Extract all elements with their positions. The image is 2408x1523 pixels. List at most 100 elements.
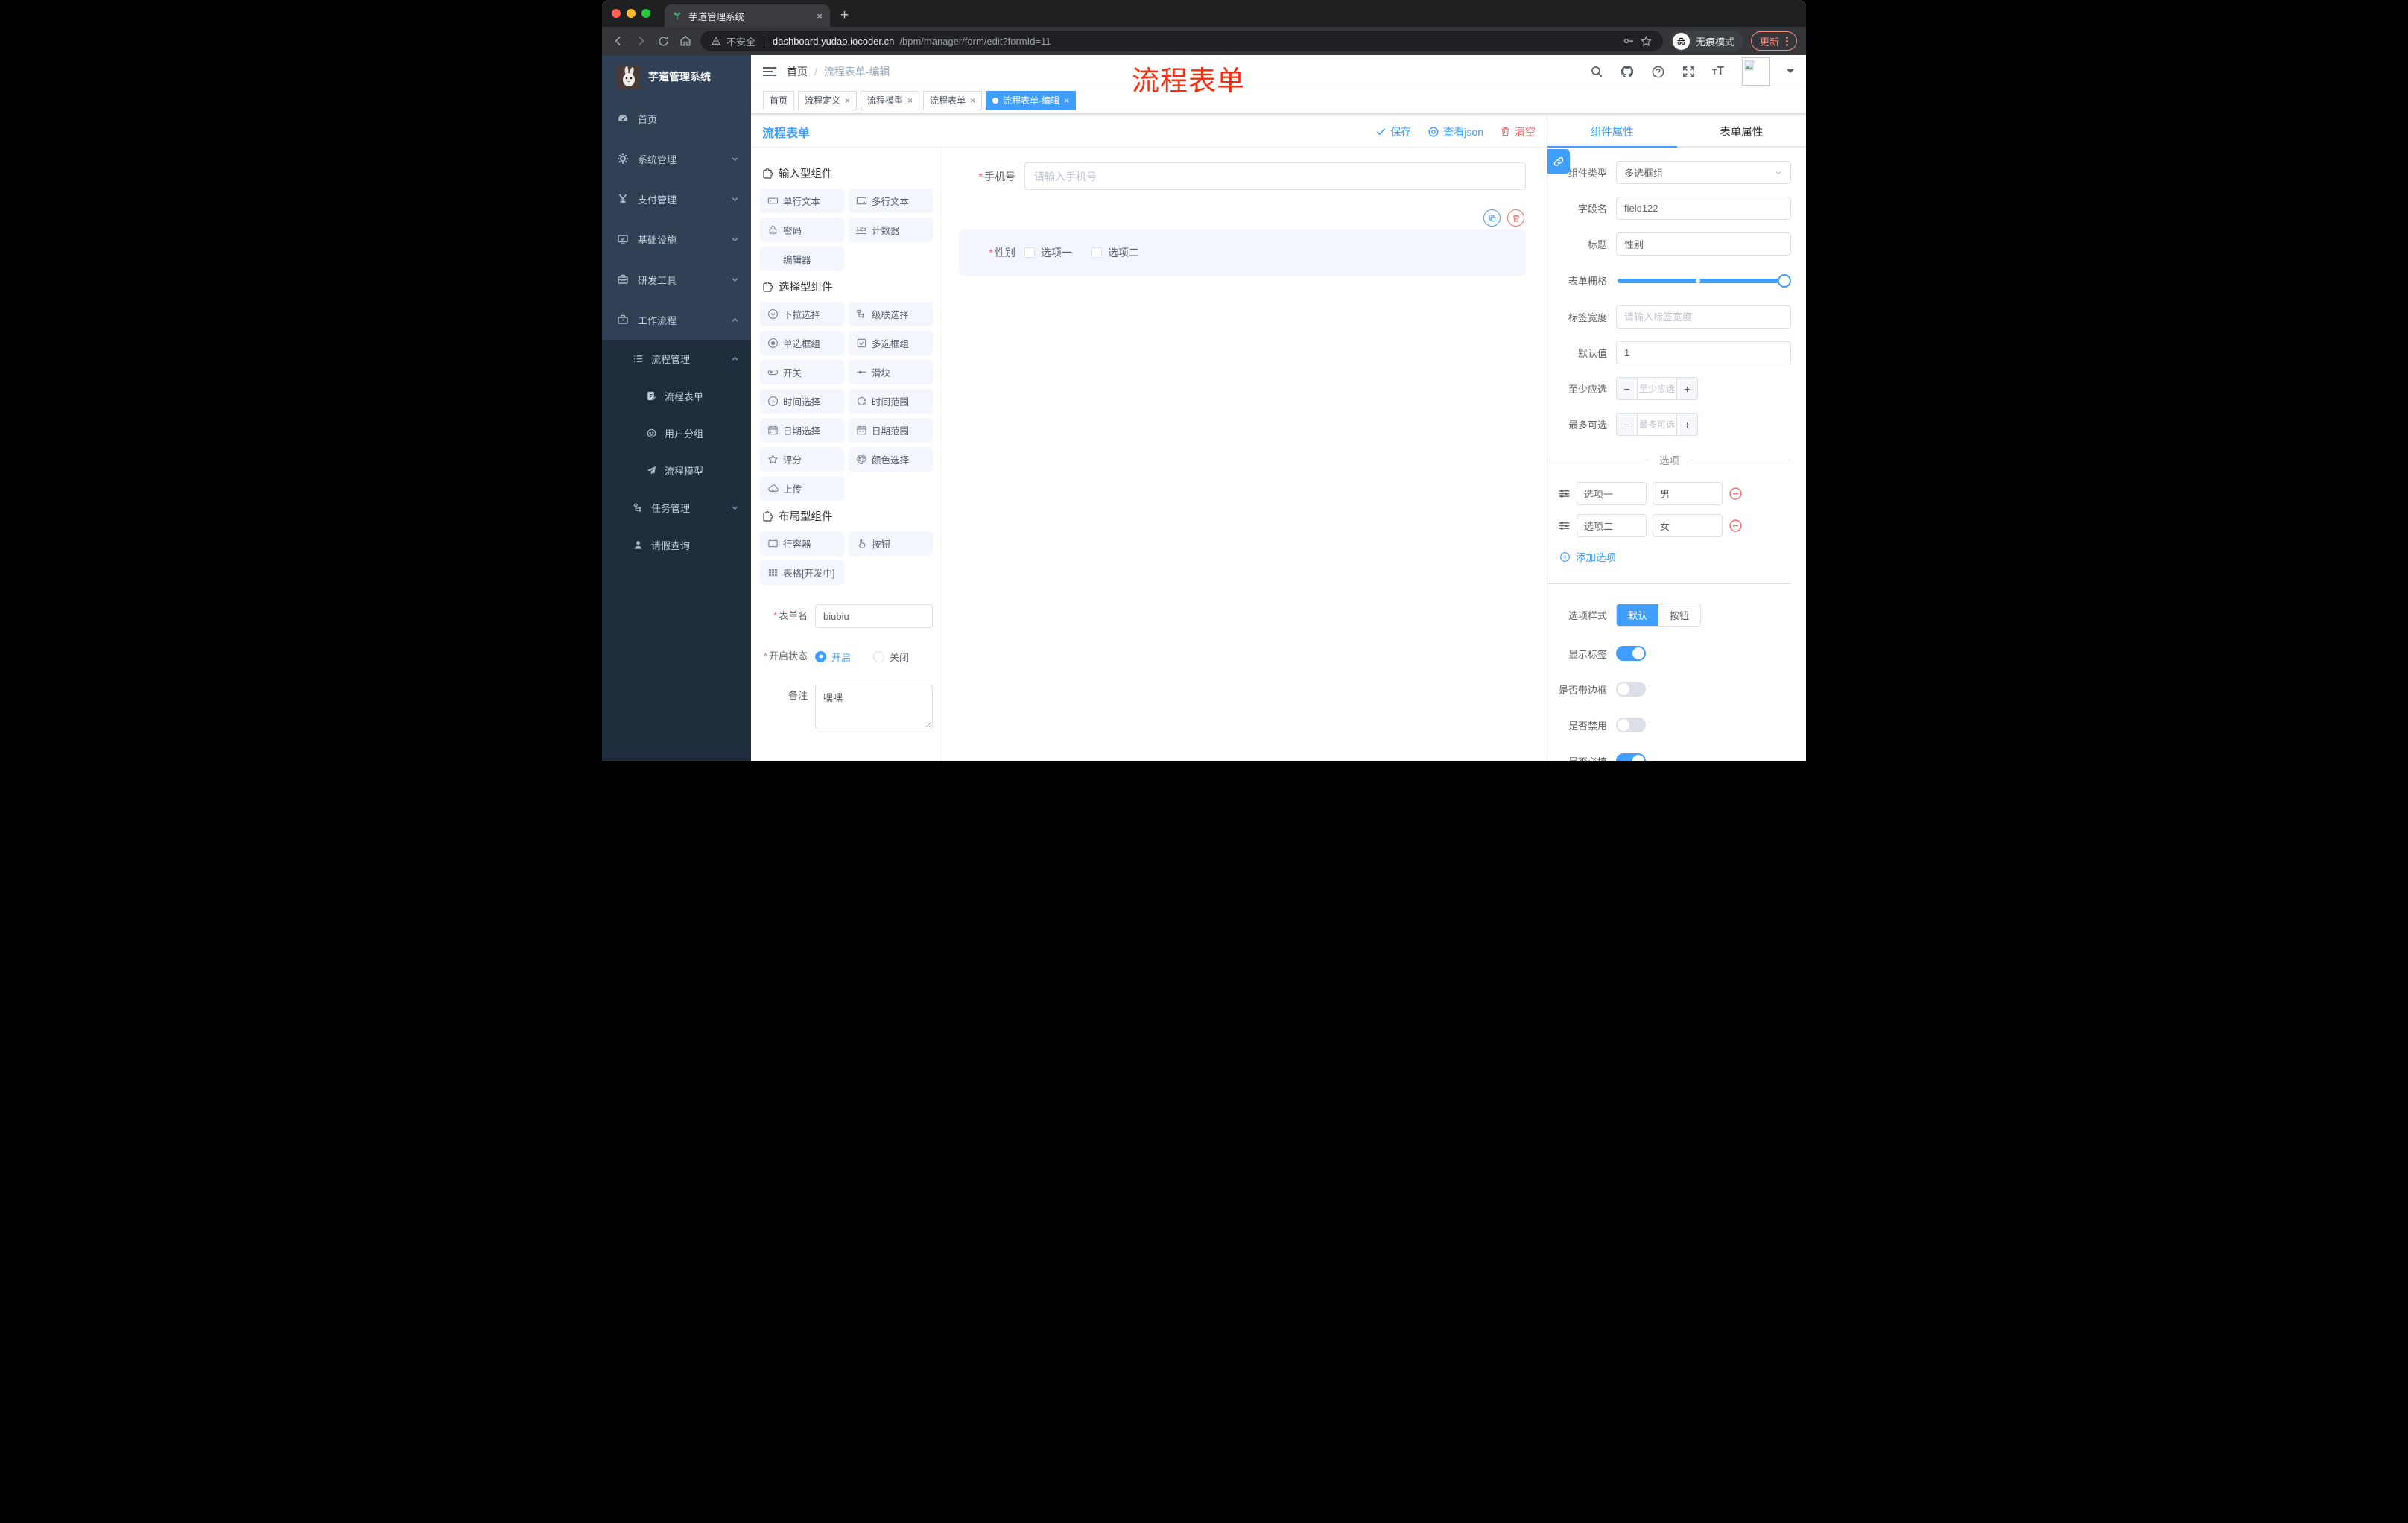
max-select-input[interactable] [1638, 414, 1676, 435]
palette-item-date-range[interactable]: 日期范围 [849, 418, 933, 443]
tag-process-model[interactable]: 流程模型 × [861, 90, 920, 110]
palette-item-text-input[interactable]: 单行文本 [760, 189, 844, 213]
palette-item-textarea[interactable]: 多行文本 [849, 189, 933, 213]
update-button[interactable]: 更新 [1750, 31, 1797, 51]
label-width-input[interactable] [1616, 305, 1791, 329]
option-label-input[interactable] [1577, 482, 1647, 505]
palette-item-button[interactable]: 按钮 [849, 531, 933, 556]
tag-process-definition[interactable]: 流程定义 × [798, 90, 858, 110]
component-type-select[interactable]: 多选框组 [1616, 161, 1791, 184]
window-controls[interactable] [612, 9, 650, 18]
gender-option-2[interactable]: 选项二 [1091, 245, 1139, 260]
minimize-window-button[interactable] [627, 9, 636, 18]
decrement-button[interactable]: − [1617, 414, 1638, 435]
sidebar-item-user-group[interactable]: 用户分组 [602, 414, 751, 452]
avatar[interactable] [1742, 57, 1770, 86]
back-icon[interactable] [611, 34, 626, 48]
remove-option-icon[interactable] [1729, 519, 1743, 533]
palette-item-time-range[interactable]: 时间范围 [849, 389, 933, 414]
palette-item-rate[interactable]: 评分 [760, 447, 844, 472]
view-json-button[interactable]: 查看json [1428, 124, 1483, 139]
link-drawer-tab[interactable] [1547, 149, 1570, 174]
field-name-input[interactable] [1616, 197, 1791, 220]
close-icon[interactable]: × [1064, 95, 1069, 106]
add-option-button[interactable]: 添加选项 [1559, 549, 1791, 564]
palette-item-counter[interactable]: 123 计数器 [849, 218, 933, 242]
palette-item-slider[interactable]: 滑块 [849, 360, 933, 384]
increment-button[interactable]: + [1676, 414, 1697, 435]
palette-item-password[interactable]: 密码 [760, 218, 844, 242]
copy-widget-icon[interactable] [1483, 209, 1501, 227]
palette-item-switch[interactable]: 开关 [760, 360, 844, 384]
palette-item-time-picker[interactable]: 时间选择 [760, 389, 844, 414]
tab-component-props[interactable]: 组件属性 [1547, 116, 1677, 148]
zoom-window-button[interactable] [641, 9, 650, 18]
style-button-button[interactable]: 按钮 [1658, 604, 1701, 626]
checkbox-icon[interactable] [1091, 247, 1102, 258]
drag-handle-icon[interactable] [1558, 519, 1571, 532]
option-label-input[interactable] [1577, 514, 1647, 537]
palette-item-cascader[interactable]: 级联选择 [849, 302, 933, 326]
address-bar[interactable]: 不安全 dashboard.yudao.iocoder.cn/bpm/manag… [700, 31, 1663, 51]
drag-handle-icon[interactable] [1558, 487, 1571, 500]
min-select-input[interactable] [1638, 378, 1676, 399]
tab-form-props[interactable]: 表单属性 [1676, 116, 1806, 148]
decrement-button[interactable]: − [1617, 378, 1638, 399]
delete-widget-icon[interactable] [1507, 209, 1524, 227]
default-value-input[interactable] [1616, 341, 1791, 364]
sidebar-toggle-icon[interactable] [763, 67, 776, 76]
bookmark-star-icon[interactable] [1640, 35, 1653, 48]
palette-item-radio-group[interactable]: 单选框组 [760, 331, 844, 355]
status-radio-on[interactable]: 开启 [815, 650, 851, 664]
increment-button[interactable]: + [1676, 378, 1697, 399]
slider-handle[interactable] [1778, 273, 1791, 288]
home-icon[interactable] [678, 34, 693, 48]
search-icon[interactable] [1590, 65, 1603, 78]
disabled-toggle[interactable] [1616, 718, 1646, 732]
form-remark-textarea[interactable]: 嘿嘿 [815, 685, 933, 729]
sidebar-item-system[interactable]: 系统管理 [602, 139, 751, 179]
reload-icon[interactable] [656, 34, 671, 48]
form-grid-slider[interactable] [1618, 273, 1791, 288]
font-size-icon[interactable]: TT [1712, 65, 1724, 78]
palette-item-row-container[interactable]: 行容器 [760, 531, 844, 556]
tag-process-form[interactable]: 流程表单 × [923, 90, 983, 110]
github-icon[interactable] [1620, 64, 1635, 79]
sidebar-item-process-model[interactable]: 流程模型 [602, 452, 751, 489]
new-tab-button[interactable]: + [840, 8, 849, 22]
phone-field[interactable]: * 手机号 [959, 162, 1526, 190]
sidebar-item-payment[interactable]: 支付管理 [602, 179, 751, 219]
sidebar-item-infra[interactable]: 基础设施 [602, 219, 751, 259]
option-value-input[interactable] [1653, 514, 1723, 537]
forward-icon[interactable] [633, 34, 648, 48]
password-key-icon[interactable] [1623, 35, 1635, 47]
save-button[interactable]: 保存 [1375, 124, 1411, 139]
browser-menu-icon[interactable] [1786, 36, 1788, 46]
browser-tab[interactable]: 芋道管理系统 × [665, 4, 830, 27]
phone-field-input[interactable] [1024, 162, 1526, 190]
help-icon[interactable] [1651, 65, 1665, 79]
show-label-toggle[interactable] [1616, 646, 1646, 661]
palette-item-editor[interactable]: 编辑器 [760, 247, 844, 271]
tab-close-icon[interactable]: × [817, 10, 823, 22]
gender-option-1[interactable]: 选项一 [1024, 245, 1072, 260]
close-icon[interactable]: × [970, 95, 975, 106]
palette-item-date-picker[interactable]: 日期选择 [760, 418, 844, 443]
title-input[interactable] [1616, 232, 1791, 256]
palette-item-checkbox-group[interactable]: 多选框组 [849, 331, 933, 355]
status-radio-off[interactable]: 关闭 [873, 650, 909, 664]
close-icon[interactable]: × [907, 95, 913, 106]
avatar-caret-icon[interactable] [1787, 69, 1794, 77]
sidebar-item-process-form[interactable]: 流程表单 [602, 377, 751, 414]
option-value-input[interactable] [1653, 482, 1723, 505]
tag-home[interactable]: 首页 [763, 90, 795, 110]
remove-option-icon[interactable] [1729, 487, 1743, 501]
palette-item-upload[interactable]: 上传 [760, 476, 844, 501]
palette-item-select[interactable]: 下拉选择 [760, 302, 844, 326]
close-window-button[interactable] [612, 9, 621, 18]
tag-process-form-edit[interactable]: 流程表单-编辑 × [986, 90, 1077, 110]
checkbox-icon[interactable] [1024, 247, 1035, 258]
breadcrumb-home[interactable]: 首页 [787, 64, 808, 79]
clear-button[interactable]: 清空 [1500, 124, 1536, 139]
border-toggle[interactable] [1616, 682, 1646, 697]
